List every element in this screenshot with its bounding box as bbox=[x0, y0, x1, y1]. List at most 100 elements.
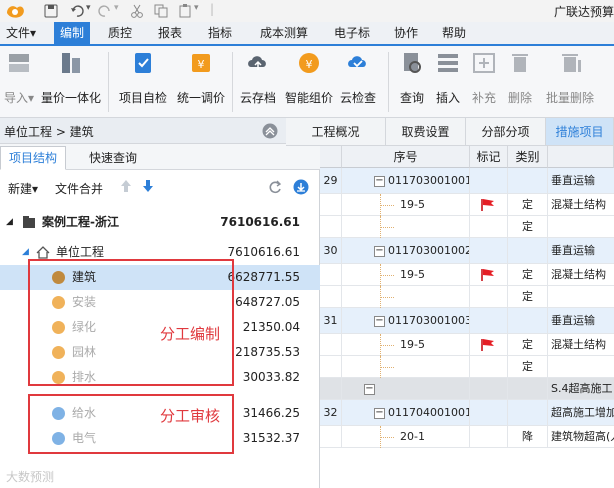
redo-dropdown-icon[interactable]: ▾ bbox=[114, 3, 119, 13]
tree-root-row[interactable]: ◢ 案例工程-浙江 7610616.61 bbox=[0, 210, 320, 235]
collapse-toggle-icon[interactable]: − bbox=[374, 175, 385, 187]
menu-help[interactable]: 帮助 bbox=[438, 22, 470, 44]
download-icon[interactable] bbox=[293, 179, 309, 195]
quota-row[interactable]: 19-5 定混凝土结构 bbox=[320, 194, 614, 216]
tree-line bbox=[380, 297, 394, 298]
collapse-toggle-icon[interactable]: − bbox=[374, 315, 385, 327]
tab-fee-settings[interactable]: 取费设置 bbox=[386, 118, 466, 146]
collapse-panel-icon[interactable] bbox=[262, 123, 278, 139]
mark-cell[interactable] bbox=[470, 378, 508, 400]
smart-pricing-button[interactable]: ¥ 智能组价 bbox=[282, 50, 336, 106]
integration-button[interactable]: 量价一体化 bbox=[40, 50, 102, 106]
undo-icon[interactable] bbox=[70, 4, 84, 18]
collapse-toggle-icon[interactable]: − bbox=[374, 245, 385, 257]
red-flag-icon bbox=[481, 199, 494, 211]
project-structure-panel: 单位工程 > 建筑 项目结构 快速查询 新建▾ 文件合并 ◢ 案例工程-浙江 7… bbox=[0, 118, 320, 488]
item-code: 19-5 bbox=[400, 268, 425, 281]
col-header-category: 类别 bbox=[508, 146, 548, 168]
mark-cell[interactable] bbox=[470, 334, 508, 356]
undo-dropdown-icon[interactable]: ▾ bbox=[86, 3, 91, 13]
new-button[interactable]: 新建▾ bbox=[8, 180, 38, 197]
cut-icon[interactable] bbox=[130, 4, 144, 18]
tree-line bbox=[380, 437, 394, 438]
item-code: 20-1 bbox=[400, 430, 425, 443]
mark-cell[interactable] bbox=[470, 168, 508, 194]
menu-quality[interactable]: 质控 bbox=[104, 22, 136, 44]
collapse-toggle-icon[interactable]: − bbox=[374, 407, 385, 419]
menu-index[interactable]: 指标 bbox=[204, 22, 236, 44]
copy-icon[interactable] bbox=[154, 4, 168, 18]
quota-row[interactable]: 20-1 降建筑物超高(人工某价临 bbox=[320, 426, 614, 448]
tab-measure-items[interactable]: 措施项目 bbox=[546, 118, 614, 146]
collapse-toggle-icon[interactable]: − bbox=[364, 383, 375, 395]
measure-item-row[interactable]: 29−011703001001 垂直运输 bbox=[320, 168, 614, 194]
insert-button[interactable]: 插入 bbox=[432, 50, 464, 106]
menu-report[interactable]: 报表 bbox=[154, 22, 186, 44]
menu-collaborate[interactable]: 协作 bbox=[390, 22, 422, 44]
mark-cell[interactable] bbox=[470, 238, 508, 264]
collapse-arrow-icon[interactable]: ◢ bbox=[6, 210, 13, 235]
save-icon[interactable] bbox=[44, 4, 58, 18]
tab-quick-query[interactable]: 快速查询 bbox=[80, 146, 146, 170]
insert-icon bbox=[438, 54, 458, 72]
measure-item-row[interactable]: 31−011703001003 垂直运输 bbox=[320, 308, 614, 334]
category-cell: 定 bbox=[508, 286, 548, 308]
quota-row[interactable]: 定 bbox=[320, 216, 614, 238]
self-check-button[interactable]: 项目自检 bbox=[116, 50, 170, 106]
paste-dropdown-icon[interactable]: ▾ bbox=[194, 3, 199, 13]
mark-cell[interactable] bbox=[470, 264, 508, 286]
item-name-cell: 建筑物超高(人工某价临 bbox=[551, 430, 614, 443]
item-name-cell: S.4超高施工 bbox=[551, 382, 613, 395]
menu-file[interactable]: 文件▾ bbox=[2, 22, 40, 44]
mark-cell[interactable] bbox=[470, 426, 508, 448]
seq-cell: −011703001003 bbox=[342, 308, 470, 334]
category-cell bbox=[508, 238, 548, 264]
cloud-archive-label: 云存档 bbox=[239, 91, 276, 105]
merge-files-button[interactable]: 文件合并 bbox=[55, 180, 103, 197]
move-up-icon[interactable] bbox=[120, 179, 132, 193]
quota-row[interactable]: 19-5 定混凝土结构 bbox=[320, 264, 614, 286]
seq-cell bbox=[342, 286, 470, 308]
tab-project-overview[interactable]: 工程概况 bbox=[286, 118, 386, 146]
cloud-archive-button[interactable]: 云存档 bbox=[236, 50, 280, 106]
tree-item-value: 648727.05 bbox=[235, 295, 300, 309]
batch-delete-button[interactable]: 批量删除 bbox=[542, 50, 598, 106]
import-button[interactable]: 导入▾ bbox=[4, 50, 34, 106]
measure-item-row[interactable]: 32−011704001001 超高施工增加 bbox=[320, 400, 614, 426]
quota-row[interactable]: 19-5 定混凝土结构 bbox=[320, 334, 614, 356]
seq-cell: − bbox=[342, 378, 470, 400]
window-title: 广联达预算 bbox=[554, 5, 614, 19]
mark-cell[interactable] bbox=[470, 308, 508, 334]
measure-items-panel: 工程概况 取费设置 分部分项 措施项目 序号 标记 类别 29−01170300… bbox=[286, 118, 614, 488]
query-button[interactable]: 查询 bbox=[396, 50, 428, 106]
mark-cell[interactable] bbox=[470, 286, 508, 308]
seq-cell: −011703001002 bbox=[342, 238, 470, 264]
delete-icon bbox=[512, 54, 528, 72]
tab-sub-items[interactable]: 分部分项 bbox=[466, 118, 546, 146]
mark-cell[interactable] bbox=[470, 194, 508, 216]
tab-project-structure[interactable]: 项目结构 bbox=[0, 146, 67, 170]
quota-row[interactable]: 定 bbox=[320, 356, 614, 378]
menu-cost-estimate[interactable]: 成本测算 bbox=[256, 22, 312, 44]
import-icon bbox=[9, 54, 29, 72]
item-name-cell bbox=[548, 216, 614, 238]
cloud-check-button[interactable]: 云检查 bbox=[336, 50, 380, 106]
adjust-price-button[interactable]: ¥ 统一调价 bbox=[174, 50, 228, 106]
move-down-icon[interactable] bbox=[142, 179, 154, 193]
tree-item-value: 218735.53 bbox=[235, 345, 300, 359]
supplement-button[interactable]: 补充 bbox=[468, 50, 500, 106]
paste-icon[interactable] bbox=[178, 4, 192, 18]
delete-button[interactable]: 删除 bbox=[504, 50, 536, 106]
refresh-icon[interactable] bbox=[268, 180, 282, 194]
redo-icon[interactable] bbox=[98, 4, 112, 18]
mark-cell[interactable] bbox=[470, 356, 508, 378]
quota-row[interactable]: 定 bbox=[320, 286, 614, 308]
mark-cell[interactable] bbox=[470, 216, 508, 238]
review-division-label: 分工审核 bbox=[160, 407, 221, 425]
mark-cell[interactable] bbox=[470, 400, 508, 426]
item-code: 19-5 bbox=[400, 338, 425, 351]
measure-item-row[interactable]: 30−011703001002 垂直运输 bbox=[320, 238, 614, 264]
group-row[interactable]: − S.4超高施工 bbox=[320, 378, 614, 400]
menu-e-bid[interactable]: 电子标 bbox=[330, 22, 374, 44]
menu-edit[interactable]: 编制 bbox=[54, 22, 90, 44]
